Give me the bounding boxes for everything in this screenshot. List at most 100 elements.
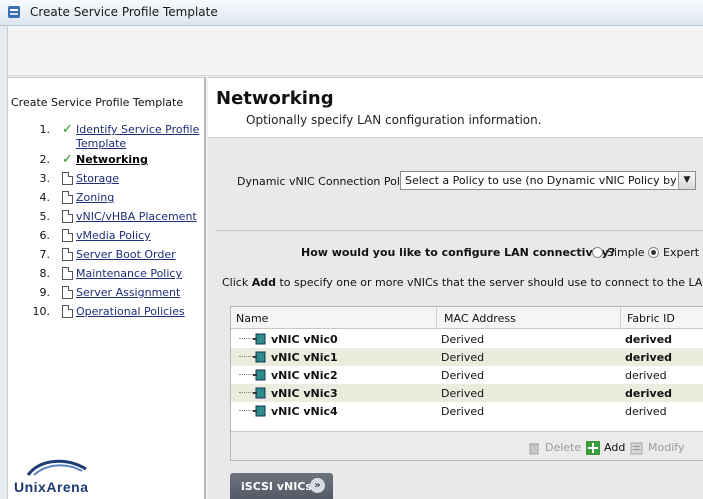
column-divider: [436, 307, 437, 329]
trash-icon: [529, 443, 539, 455]
radio-simple[interactable]: Simple: [592, 246, 645, 259]
step-label[interactable]: vMedia Policy: [76, 229, 151, 242]
wizard-step-10[interactable]: 10. Operational Policies: [8, 303, 206, 321]
mac-address: Derived: [441, 351, 485, 364]
mac-address: Derived: [441, 333, 485, 346]
step-label[interactable]: Maintenance Policy: [76, 267, 182, 280]
step-label-continued[interactable]: Template: [76, 137, 126, 150]
step-label[interactable]: Networking: [76, 153, 148, 166]
step-number: 1.: [39, 123, 51, 136]
vnic-name: vNIC vNic4: [271, 405, 338, 418]
fabric-id: derived: [625, 333, 673, 346]
wizard-title: Create Service Profile Template: [11, 96, 184, 109]
wizard-step-4[interactable]: 4. Zoning: [8, 189, 206, 207]
step-number: 3.: [39, 172, 51, 185]
wizard-step-1[interactable]: 1. ✓ Identify Service Profile Template: [8, 121, 206, 150]
iscsi-vnics-expander[interactable]: iSCSI vNICs »: [230, 473, 333, 499]
select-value: Select a Policy to use (no Dynamic vNIC …: [405, 174, 677, 187]
title-bar: Create Service Profile Template: [0, 0, 703, 26]
wizard-steps-panel: Create Service Profile Template 1. ✓ Ide…: [8, 77, 206, 499]
step-label[interactable]: Zoning: [76, 191, 114, 204]
iscsi-label: iSCSI vNICs: [241, 480, 312, 493]
fabric-id: derived: [625, 387, 673, 400]
column-header-fabric[interactable]: Fabric ID: [627, 312, 675, 325]
page-icon: [62, 229, 73, 242]
toolbar-area: [8, 26, 703, 76]
page-icon: [62, 191, 73, 204]
delete-label: Delete: [545, 441, 582, 454]
content-area: Dynamic vNIC Connection Policy: Select a…: [208, 137, 703, 499]
step-number: 2.: [39, 153, 51, 166]
step-label[interactable]: Identify Service Profile: [76, 123, 199, 136]
page-icon: [62, 172, 73, 185]
wizard-step-5[interactable]: 5. vNIC/vHBA Placement: [8, 208, 206, 226]
step-number: 8.: [39, 267, 51, 280]
wizard-step-6[interactable]: 6. vMedia Policy: [8, 227, 206, 245]
page-icon: [62, 210, 73, 223]
expand-chevron-icon[interactable]: »: [310, 478, 325, 493]
page-subtitle: Optionally specify LAN configuration inf…: [246, 113, 542, 127]
wizard-step-2[interactable]: 2. ✓ Networking: [8, 151, 206, 169]
column-header-name[interactable]: Name: [236, 312, 268, 325]
table-row[interactable]: vNIC vNic0 Derived derived: [231, 330, 703, 348]
vnic-name: vNIC vNic1: [271, 351, 338, 364]
logo-text: UnixArena: [14, 479, 89, 495]
step-label[interactable]: vNIC/vHBA Placement: [76, 210, 197, 223]
vnic-name: vNIC vNic0: [271, 333, 338, 346]
dynamic-vnic-policy-select[interactable]: Select a Policy to use (no Dynamic vNIC …: [400, 171, 696, 190]
table-header: Name MAC Address Fabric ID: [231, 307, 703, 329]
step-number: 10.: [32, 305, 51, 318]
instruction-text: Click Add to specify one or more vNICs t…: [222, 276, 703, 289]
step-number: 7.: [39, 248, 51, 261]
checkmark-icon: ✓: [62, 152, 73, 167]
table-row[interactable]: vNIC vNic3 Derived derived: [231, 384, 703, 402]
column-header-mac[interactable]: MAC Address: [444, 312, 516, 325]
window-left-edge: [0, 26, 8, 499]
step-label[interactable]: Storage: [76, 172, 119, 185]
step-number: 5.: [39, 210, 51, 223]
logo-swoosh-icon: [26, 459, 87, 476]
page-icon: [62, 248, 73, 261]
add-label: Add: [604, 441, 626, 454]
wizard-step-7[interactable]: 7. Server Boot Order: [8, 246, 206, 264]
policy-label: Dynamic vNIC Connection Policy:: [237, 175, 419, 188]
table-row[interactable]: vNIC vNic1 Derived derived: [231, 348, 703, 366]
main-panel: Networking Optionally specify LAN config…: [208, 77, 703, 499]
network-adapter-icon: [253, 405, 266, 417]
dropdown-arrow-icon[interactable]: ▼: [678, 172, 695, 189]
mac-address: Derived: [441, 369, 485, 382]
policy-section: Dynamic vNIC Connection Policy: Select a…: [216, 138, 703, 230]
fabric-id: derived: [625, 369, 667, 382]
step-label[interactable]: Operational Policies: [76, 305, 185, 318]
table-row[interactable]: vNIC vNic4 Derived derived: [231, 402, 703, 420]
lan-connectivity-question: How would you like to configure LAN conn…: [301, 246, 616, 259]
radio-button[interactable]: [592, 247, 603, 258]
vnic-name: vNIC vNic3: [271, 387, 338, 400]
radio-button[interactable]: [648, 247, 659, 258]
wizard-step-8[interactable]: 8. Maintenance Policy: [8, 265, 206, 283]
network-adapter-icon: [253, 369, 266, 381]
radio-expert[interactable]: Expert: [648, 246, 699, 259]
network-adapter-icon: [253, 333, 266, 345]
edit-icon: [630, 442, 643, 455]
instruction-pre: Click: [222, 276, 252, 289]
wizard-step-9[interactable]: 9. Server Assignment: [8, 284, 206, 302]
vnic-table: Name MAC Address Fabric ID vNIC vNic0 De…: [230, 306, 703, 461]
network-adapter-icon: [253, 351, 266, 363]
logo: UnixArena: [12, 455, 100, 499]
section-divider: [216, 230, 703, 231]
step-label[interactable]: Server Assignment: [76, 286, 180, 299]
page-title: Networking: [216, 88, 334, 109]
table-row[interactable]: vNIC vNic2 Derived derived: [231, 366, 703, 384]
radio-label: Expert: [663, 246, 700, 259]
window-title: Create Service Profile Template: [30, 5, 218, 19]
page-icon: [62, 267, 73, 280]
table-toolbar: Delete Add Modify: [231, 431, 703, 460]
vnic-name: vNIC vNic2: [271, 369, 338, 382]
modify-label: Modify: [648, 441, 685, 454]
plus-icon: [586, 441, 600, 455]
step-number: 9.: [39, 286, 51, 299]
wizard-step-3[interactable]: 3. Storage: [8, 170, 206, 188]
step-label[interactable]: Server Boot Order: [76, 248, 176, 261]
radio-label: Simple: [607, 246, 645, 259]
